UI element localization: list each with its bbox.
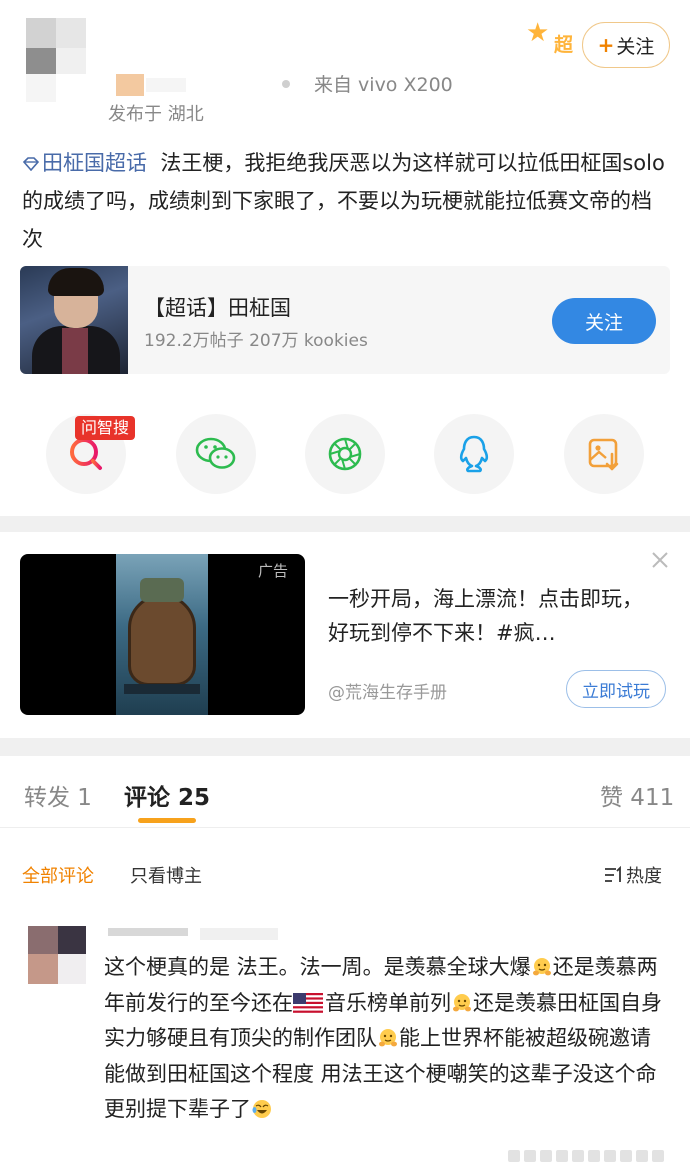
hug-emoji-icon: [379, 1029, 397, 1047]
super-topic-link[interactable]: 田柾国超话: [22, 151, 147, 175]
plus-icon: +: [597, 33, 615, 57]
comment-text: 这个梗真的是 法王。法一周。是羡慕全球大爆 还是羡慕两年前发行的至今还在 音乐榜单前…: [104, 955, 662, 1121]
tab-repost[interactable]: 转发 1: [24, 778, 92, 812]
ad-video[interactable]: 广告: [20, 554, 305, 715]
save-image-button[interactable]: [564, 414, 644, 494]
ad-source[interactable]: @荒海生存手册: [328, 678, 447, 703]
post-tabs: 转发 1 评论 25 赞 411: [0, 756, 690, 828]
topic-follow-button[interactable]: 关注: [552, 298, 656, 344]
qq-share-button[interactable]: [434, 414, 514, 494]
topic-card-meta: 192.2万帖子 207万 kookies: [144, 331, 368, 351]
diamond-icon: [22, 157, 40, 171]
author-name[interactable]: [112, 72, 292, 96]
sort-button[interactable]: 热度: [604, 862, 662, 888]
qq-icon: [459, 435, 489, 473]
commenter-name[interactable]: [108, 926, 280, 942]
tab-likes[interactable]: 赞 411: [600, 778, 674, 812]
section-divider: [0, 738, 690, 756]
watermark: [508, 1150, 664, 1162]
follow-button[interactable]: + 关注: [582, 22, 670, 68]
wechat-icon: [195, 437, 236, 469]
hug-emoji-icon: [532, 958, 551, 976]
tab-comments[interactable]: 评论 25: [124, 778, 210, 812]
ad-text: 一秒开局，海上漂流！点击即玩，好玩到停不下来！#疯…: [328, 587, 643, 645]
ad-tag: 广告: [258, 562, 289, 580]
super-fan-badge: ★ 超: [526, 18, 574, 56]
star-icon: ★: [526, 18, 550, 48]
ad-game-image: [116, 554, 208, 715]
filter-blogger-only[interactable]: 只看博主: [130, 862, 202, 888]
post-body: 田柾国超话 法王梗，我拒绝我厌恶以为这样就可以拉低田柾国solo的成绩了吗，成绩…: [22, 144, 672, 258]
follow-area: ★ 超 + 关注: [524, 18, 672, 70]
filter-all-comments[interactable]: 全部评论: [22, 862, 94, 888]
ad-card[interactable]: 广告 一秒开局，海上漂流！点击即玩，好玩到停不下来！#疯… @荒海生存手册 立即…: [0, 532, 690, 738]
post-source: 来自 vivo X200: [314, 74, 453, 96]
us-flag-icon: [293, 992, 323, 1013]
sort-icon: [605, 866, 621, 882]
weibo-post: 来自 vivo X200 发布于 湖北 ★ 超 + 关注 田柾国超话 法王梗，我…: [0, 0, 690, 516]
topic-card-title: 【超话】田柾国: [144, 296, 291, 320]
commenter-avatar[interactable]: [28, 926, 86, 984]
close-icon[interactable]: [650, 550, 670, 570]
active-tab-indicator: [138, 818, 196, 823]
wechat-share-button[interactable]: [176, 414, 256, 494]
post-location: 发布于 湖北: [108, 104, 204, 125]
author-avatar[interactable]: [26, 18, 86, 102]
save-image-icon: [588, 438, 619, 471]
ask-search-icon: [70, 438, 102, 470]
laugh-cry-emoji-icon: [252, 1100, 271, 1118]
topic-cover-image: [20, 266, 128, 374]
section-divider: [0, 516, 690, 532]
ad-try-button[interactable]: 立即试玩: [566, 670, 666, 708]
moments-icon: [328, 437, 362, 471]
ask-search-badge: 问智搜: [75, 416, 136, 440]
super-topic-card[interactable]: 【超话】田柾国 192.2万帖子 207万 kookies 关注: [20, 266, 670, 374]
moments-share-button[interactable]: [305, 414, 385, 494]
comment-filter: 全部评论 只看博主 热度: [0, 846, 690, 896]
hug-emoji-icon: [453, 993, 471, 1011]
